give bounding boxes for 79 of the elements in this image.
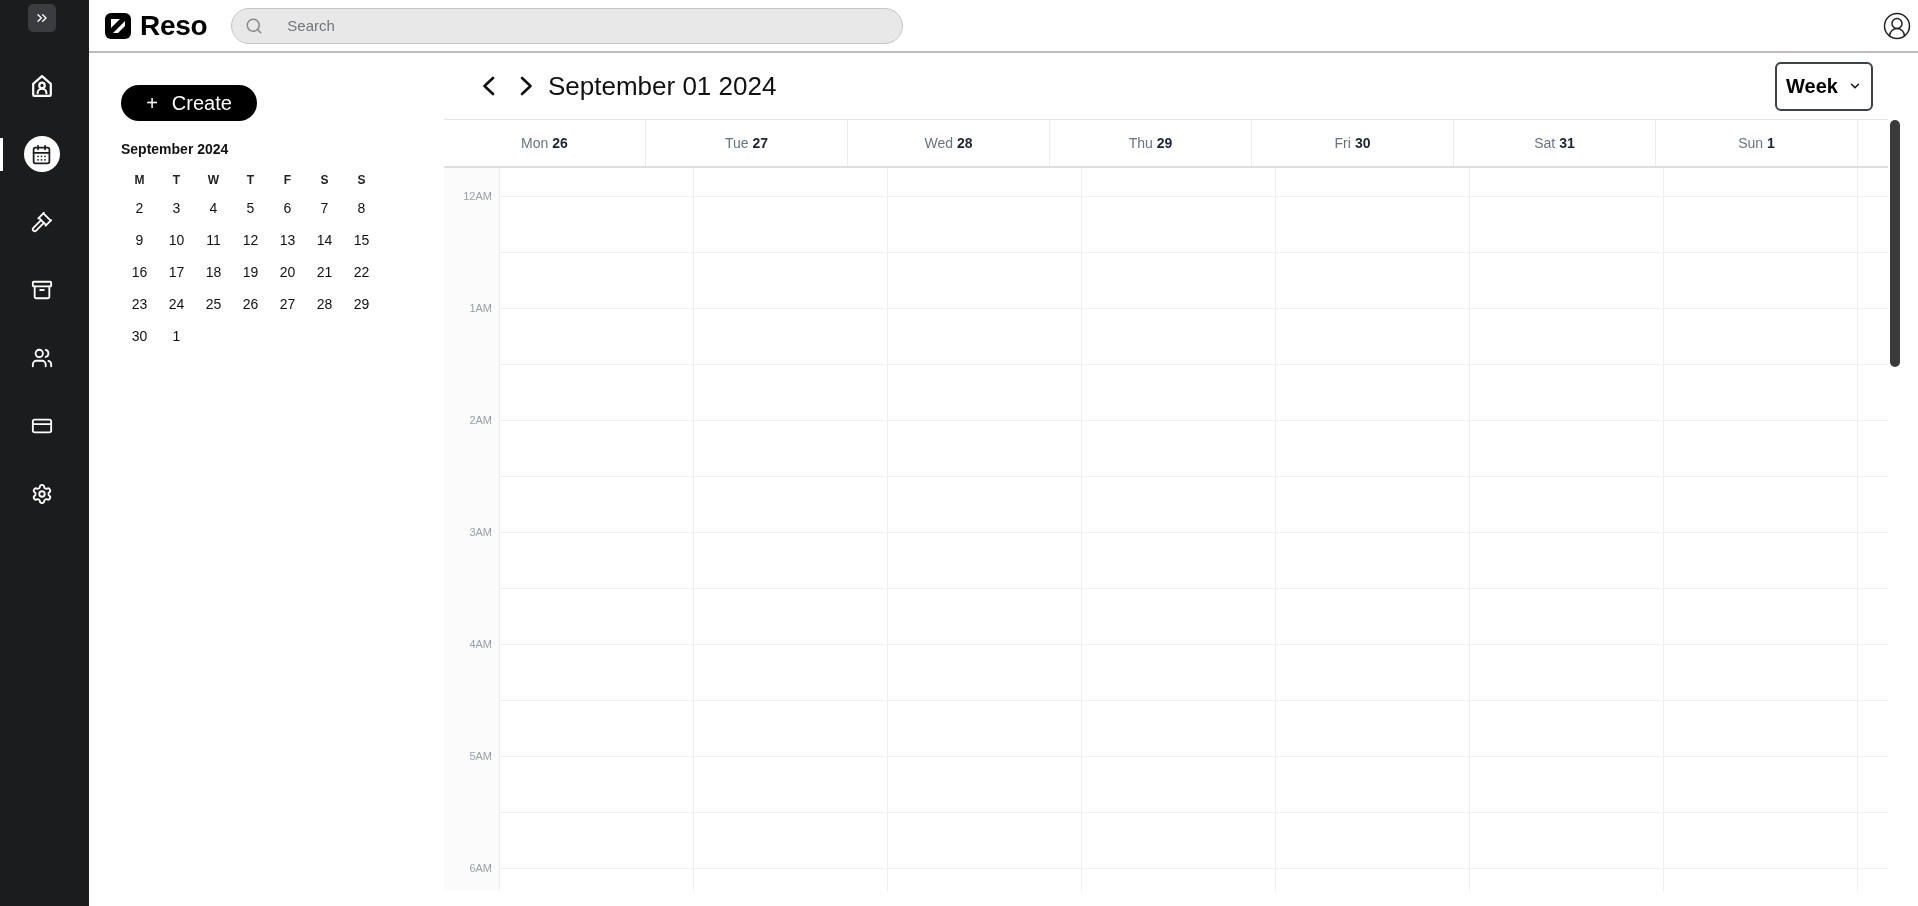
- calendar-day[interactable]: 8: [357, 197, 366, 219]
- calendar-day[interactable]: 9: [135, 229, 144, 251]
- weekday-name: Thu: [1128, 133, 1153, 153]
- weekday-label: F: [283, 172, 292, 189]
- calendar-day[interactable]: 30: [131, 325, 148, 347]
- weekday-label: S: [320, 172, 329, 189]
- time-label: 5AM: [469, 749, 492, 763]
- calendar-day[interactable]: 4: [209, 197, 218, 219]
- calendar-icon[interactable]: [23, 136, 60, 172]
- time-label: 12AM: [463, 189, 492, 203]
- create-button[interactable]: + Create: [121, 85, 257, 121]
- calendar-day[interactable]: 29: [353, 293, 370, 315]
- time-label: 1AM: [469, 301, 492, 315]
- calendar-title: September 01 2024: [548, 73, 777, 99]
- calendar-day[interactable]: 2: [135, 197, 144, 219]
- expand-sidebar-button[interactable]: [28, 4, 56, 32]
- gavel-icon[interactable]: [30, 211, 53, 233]
- date-number: 30: [1354, 133, 1371, 153]
- calendar-day[interactable]: 20: [279, 261, 296, 283]
- calendar-day[interactable]: 18: [205, 261, 222, 283]
- calendar-day[interactable]: 16: [131, 261, 148, 283]
- weekday-label: T: [246, 172, 255, 189]
- logo-icon: [105, 12, 131, 39]
- date-number: 31: [1559, 133, 1575, 153]
- weekday-name: Sun: [1738, 133, 1764, 153]
- chevron-left-icon: [481, 76, 496, 96]
- weekday-name: Tue: [724, 133, 749, 153]
- calendar-day[interactable]: 15: [353, 229, 370, 251]
- time-label: 2AM: [469, 413, 492, 427]
- scrollbar-thumb[interactable]: [1890, 120, 1900, 367]
- calendar-day[interactable]: 24: [168, 293, 185, 315]
- calendar-day[interactable]: 28: [316, 293, 333, 315]
- calendar-day[interactable]: 10: [168, 229, 185, 251]
- calendar-day[interactable]: 26: [242, 293, 259, 315]
- user-avatar-icon[interactable]: [1882, 10, 1912, 41]
- calendar-day[interactable]: 27: [279, 293, 296, 315]
- calendar-day[interactable]: 11: [206, 229, 221, 251]
- calendar-day[interactable]: 19: [242, 261, 259, 283]
- search-field[interactable]: Search: [231, 7, 904, 44]
- users-icon[interactable]: [30, 347, 53, 369]
- settings-icon[interactable]: [30, 483, 53, 505]
- next-week-button[interactable]: [519, 76, 534, 96]
- calendar-day[interactable]: 5: [246, 197, 255, 219]
- view-dropdown[interactable]: Week: [1775, 61, 1873, 111]
- time-label: 4AM: [469, 637, 492, 651]
- archive-box-icon[interactable]: [30, 279, 53, 301]
- date-number: 29: [1156, 133, 1173, 153]
- calendar-day[interactable]: 17: [168, 261, 185, 283]
- weekday-label: T: [172, 172, 181, 189]
- weekday-label: W: [207, 172, 220, 189]
- date-number: 1: [1767, 133, 1775, 153]
- weekday-label: S: [357, 172, 366, 189]
- calendar-day[interactable]: 1: [172, 325, 181, 347]
- calendar-day[interactable]: 12: [242, 229, 259, 251]
- previous-week-button[interactable]: [481, 76, 496, 96]
- calendar-day[interactable]: 7: [320, 197, 329, 219]
- logo-text: Reso: [140, 11, 208, 40]
- calendar-day[interactable]: 23: [131, 293, 148, 315]
- chevron-right-icon: [519, 76, 534, 96]
- weekday-name: Sat: [1534, 133, 1556, 153]
- calendar-day[interactable]: 22: [353, 261, 370, 283]
- weekday-name: Fri: [1334, 133, 1351, 153]
- calendar-day[interactable]: 25: [205, 293, 222, 315]
- weekday-name: Mon: [521, 133, 549, 153]
- house-icon[interactable]: [30, 75, 53, 97]
- search-icon: [245, 16, 264, 35]
- date-number: 26: [552, 133, 568, 153]
- calendar-day[interactable]: 3: [172, 197, 181, 219]
- weekday-name: Wed: [924, 133, 953, 153]
- time-label: 6AM: [469, 861, 492, 875]
- mini-calendar-title: September 2024: [121, 140, 229, 159]
- time-label: 3AM: [469, 525, 492, 539]
- date-number: 28: [957, 133, 973, 153]
- weekday-label: M: [134, 172, 145, 189]
- calendar-day[interactable]: 6: [283, 197, 292, 219]
- date-number: 27: [752, 133, 769, 153]
- calendar-day[interactable]: 13: [279, 229, 296, 251]
- calendar-day[interactable]: 14: [316, 229, 333, 251]
- calendar-day[interactable]: 21: [316, 261, 333, 283]
